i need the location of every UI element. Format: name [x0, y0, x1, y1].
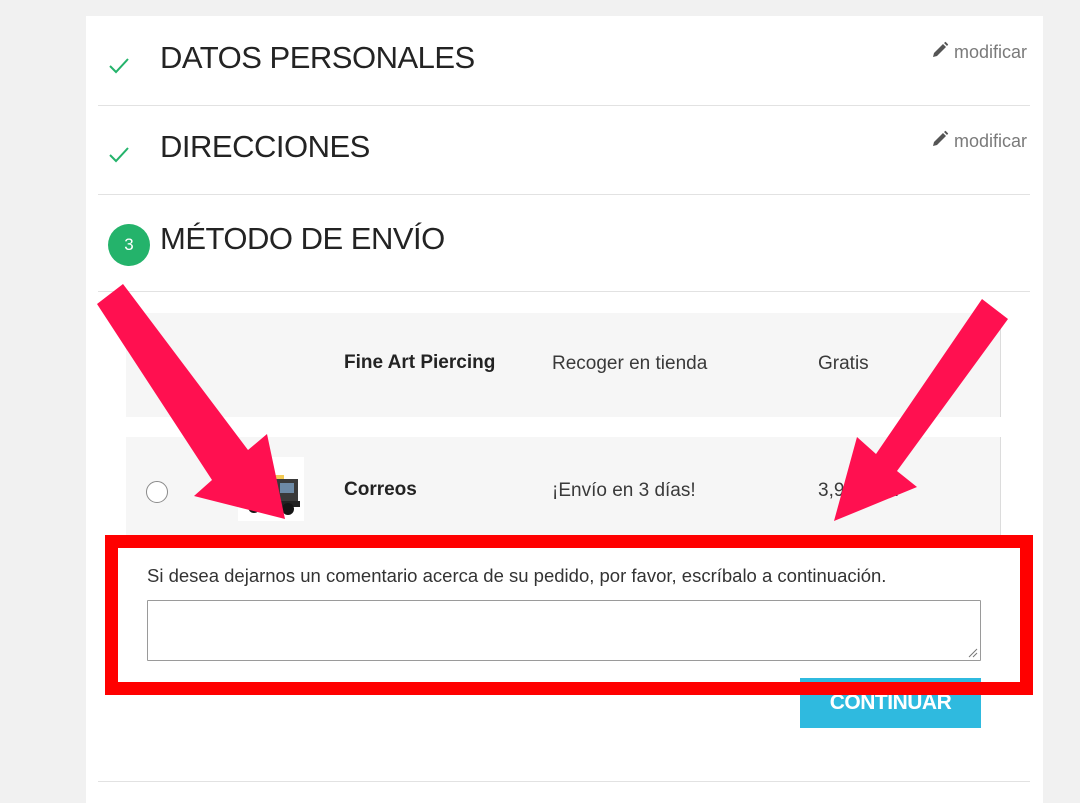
truck-icon [238, 457, 304, 521]
pencil-icon [931, 130, 949, 153]
check-icon [106, 52, 132, 78]
shipping-option-store-pickup[interactable]: Fine Art Piercing Recoger en tienda Grat… [126, 313, 1001, 417]
modify-personal-data-link[interactable]: modificar [931, 41, 1027, 64]
divider [98, 194, 1030, 195]
pencil-icon [931, 41, 949, 64]
order-comment-textarea[interactable] [147, 600, 981, 661]
divider [98, 291, 1030, 292]
carrier-delay: Recoger en tienda [552, 353, 708, 374]
resize-handle-icon[interactable] [968, 648, 978, 658]
divider [98, 105, 1030, 106]
shipping-option-correos[interactable]: Correos ¡Envío en 3 días! 3,9 p incl. [126, 437, 1001, 547]
modify-label: modificar [953, 42, 1027, 62]
check-icon [106, 141, 132, 167]
step-title-addresses: DIRECCIONES [160, 129, 370, 164]
carrier-price: Gratis [818, 353, 869, 374]
carrier-name: Correos [344, 479, 417, 500]
modify-addresses-link[interactable]: modificar [931, 130, 1027, 153]
step-title-shipping-method: MÉTODO DE ENVÍO [160, 221, 445, 256]
step-number-badge: 3 [108, 224, 150, 266]
carrier-delay: ¡Envío en 3 días! [552, 480, 696, 501]
carrier-name: Fine Art Piercing [344, 352, 496, 373]
continue-button[interactable]: CONTINUAR [800, 678, 981, 728]
shipping-radio-correos[interactable] [146, 481, 168, 503]
order-comment-section: Si desea dejarnos un comentario acerca d… [106, 536, 1020, 684]
order-comment-label: Si desea dejarnos un comentario acerca d… [147, 565, 887, 586]
carrier-price: 3,9 p incl. [818, 480, 900, 501]
modify-label: modificar [953, 131, 1027, 151]
step-title-personal-data: DATOS PERSONALES [160, 40, 475, 75]
divider [98, 781, 1030, 782]
